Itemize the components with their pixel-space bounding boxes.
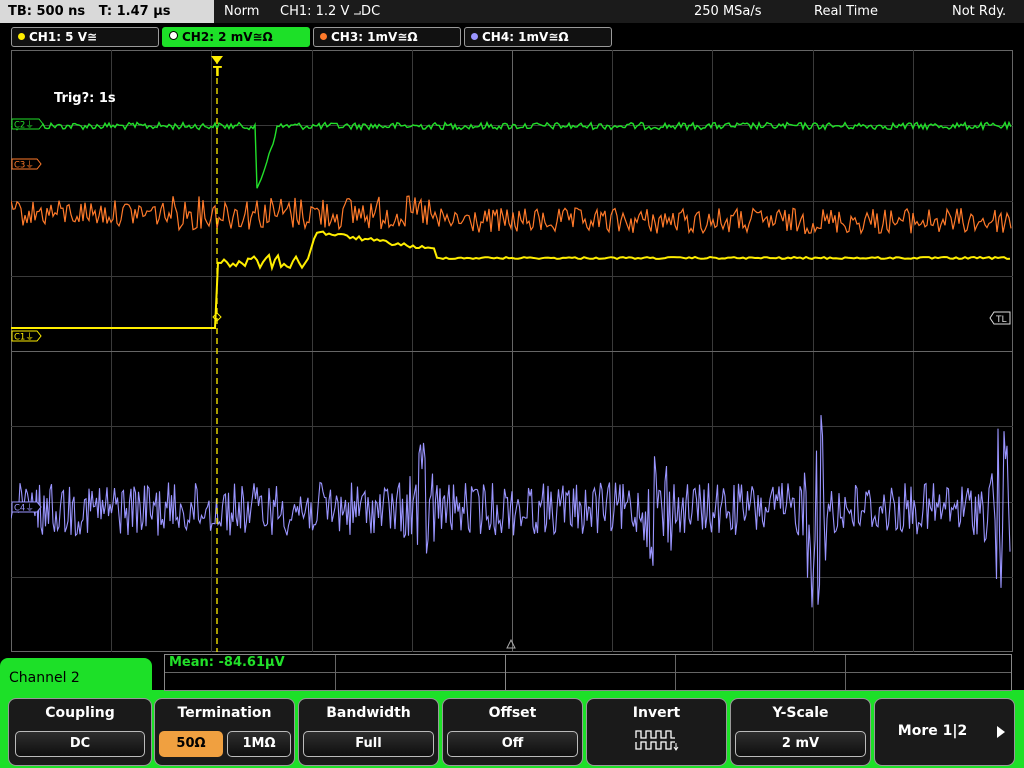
bandwidth-value-button[interactable]: Full — [303, 731, 434, 757]
tab-ch1[interactable]: CH1: 5 V≅ — [11, 27, 159, 47]
bandwidth-title: Bandwidth — [326, 705, 411, 721]
timebase-box[interactable]: TB: 500 ns T: 1.47 µs — [0, 0, 214, 23]
coupling-title: Coupling — [45, 705, 115, 721]
ch2-color-dot — [169, 31, 178, 40]
offset-softkey[interactable]: Offset Off — [442, 698, 583, 766]
termination-title: Termination — [177, 705, 272, 721]
arrow-right-icon — [997, 726, 1005, 738]
bandwidth-softkey[interactable]: Bandwidth Full — [298, 698, 439, 766]
invert-waveform-icon — [635, 730, 679, 751]
ch1-label: CH1: 5 V≅ — [29, 30, 98, 44]
invert-title: Invert — [632, 705, 681, 721]
termination-50ohm-button[interactable]: 50Ω — [159, 731, 223, 757]
termination-softkey[interactable]: Termination 50Ω 1MΩ — [154, 698, 295, 766]
waveform-display[interactable]: T C2⏚ C3⏚ C1⏚ C4⏚ TL Trig?: 1s — [11, 50, 1013, 652]
c1-marker-text: C1⏚ — [14, 333, 34, 343]
more-softkey[interactable]: More 1|2 — [874, 698, 1015, 766]
c1-ground-marker[interactable]: C1⏚ — [11, 330, 42, 343]
invert-softkey[interactable]: Invert — [586, 698, 727, 766]
coupling-value-button[interactable]: DC — [15, 731, 145, 757]
acquisition-mode: Real Time — [814, 4, 878, 19]
status-bar: Norm CH1: 1.2 V ⨼DC 250 MSa/s Real Time … — [214, 0, 1024, 23]
trigger-mode[interactable]: Norm — [224, 0, 259, 23]
tab-ch3[interactable]: CH3: 1mV≅Ω — [313, 27, 461, 47]
measurement-box — [164, 654, 1012, 691]
sample-rate: 250 MSa/s — [694, 4, 762, 19]
c2-ground-marker[interactable]: C2⏚ — [11, 118, 44, 131]
trigger-time-label: T: 1.47 µs — [98, 4, 171, 19]
termination-1mohm-button[interactable]: 1MΩ — [227, 731, 291, 757]
trigger-info: Trig?: 1s — [54, 91, 116, 106]
yscale-title: Y-Scale — [772, 705, 829, 721]
trigger-status: Not Rdy. — [952, 4, 1007, 19]
ch3-color-dot — [320, 33, 327, 40]
more-label: More 1|2 — [897, 723, 968, 739]
c2-marker-text: C2⏚ — [14, 121, 34, 131]
c4-ground-marker[interactable]: C4⏚ — [11, 501, 42, 514]
trigger-marker-label: T — [213, 65, 222, 80]
tab-ch4[interactable]: CH4: 1mV≅Ω — [464, 27, 612, 47]
trigger-source[interactable]: CH1: 1.2 V ⨼DC — [280, 0, 380, 23]
tl-marker-text: TL — [995, 315, 1007, 325]
ch4-color-dot — [471, 33, 478, 40]
panel-title-text: Channel 2 — [9, 670, 80, 686]
tab-ch2[interactable]: CH2: 2 mV≅Ω — [162, 27, 310, 47]
offset-value-button[interactable]: Off — [447, 731, 578, 757]
ch3-label: CH3: 1mV≅Ω — [331, 30, 418, 44]
ch4-label: CH4: 1mV≅Ω — [482, 30, 569, 44]
trigger-level-marker[interactable]: TL — [989, 311, 1011, 325]
yscale-softkey[interactable]: Y-Scale 2 mV — [730, 698, 871, 766]
measurement-mean: Mean: -84.61µV — [169, 655, 285, 670]
offset-title: Offset — [488, 705, 537, 721]
c3-ground-marker[interactable]: C3⏚ — [11, 158, 42, 171]
timebase-label: TB: 500 ns — [8, 4, 86, 19]
ch1-color-dot — [18, 33, 25, 40]
coupling-softkey[interactable]: Coupling DC — [8, 698, 152, 766]
c4-marker-text: C4⏚ — [14, 504, 34, 514]
ch2-label: CH2: 2 mV≅Ω — [182, 30, 273, 44]
c3-marker-text: C3⏚ — [14, 161, 34, 171]
yscale-value-button[interactable]: 2 mV — [735, 731, 866, 757]
